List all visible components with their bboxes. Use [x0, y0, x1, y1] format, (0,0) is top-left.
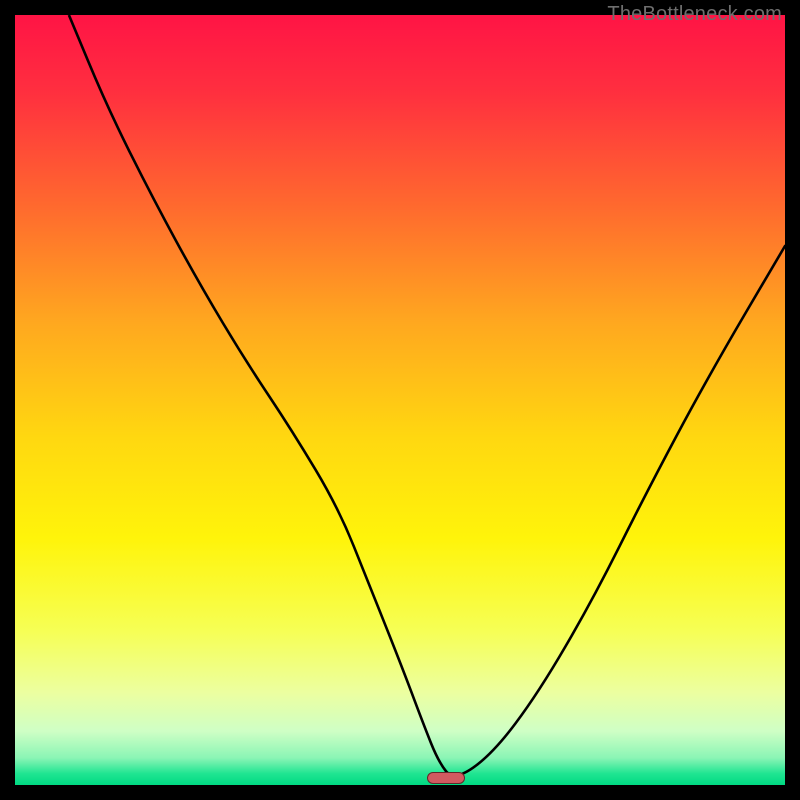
- chart-frame: TheBottleneck.com: [0, 0, 800, 800]
- curve-layer: [15, 15, 785, 785]
- optimal-marker: [427, 772, 466, 784]
- bottleneck-curve: [69, 15, 785, 776]
- watermark-label: TheBottleneck.com: [607, 3, 782, 26]
- plot-area: [15, 15, 785, 785]
